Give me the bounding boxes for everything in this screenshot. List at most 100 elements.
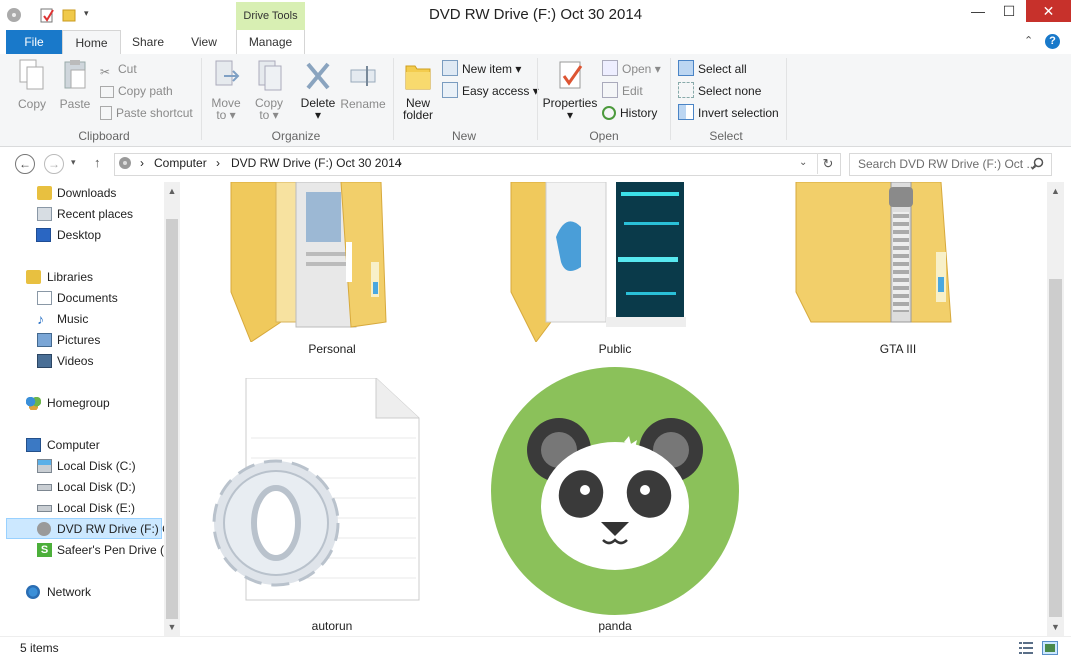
nav-item-network[interactable]: Network xyxy=(0,582,164,603)
history-button[interactable]: History xyxy=(602,104,657,122)
rename-icon xyxy=(350,66,376,86)
nav-label: Homegroup xyxy=(47,396,110,410)
collapse-ribbon-icon[interactable]: ⌃ xyxy=(1024,34,1033,47)
open-icon xyxy=(602,60,618,76)
nav-item-documents[interactable]: Documents xyxy=(0,288,164,309)
navigation-pane: Downloads Recent places Desktop Librarie… xyxy=(0,182,164,636)
edit-button[interactable]: Edit xyxy=(602,82,643,100)
copy-path-button[interactable]: Copy path xyxy=(100,82,173,100)
nav-item-computer[interactable]: Computer xyxy=(0,435,164,456)
maximize-button[interactable]: ☐ xyxy=(995,0,1023,22)
forward-button[interactable]: → xyxy=(44,154,64,174)
nav-scrollbar-thumb[interactable] xyxy=(166,219,178,619)
properties-button[interactable]: Properties ▾ xyxy=(540,58,600,121)
help-icon[interactable]: ? xyxy=(1045,34,1060,49)
copy-path-label: Copy path xyxy=(118,84,173,98)
scroll-up-arrow-icon[interactable]: ▲ xyxy=(1047,184,1064,198)
new-item-icon xyxy=(442,60,458,76)
paste-shortcut-button[interactable]: Paste shortcut xyxy=(100,104,193,122)
nav-item-pictures[interactable]: Pictures xyxy=(0,330,164,351)
large-icons-view-icon[interactable] xyxy=(1042,641,1058,655)
nav-label: Local Disk (E:) xyxy=(57,501,136,515)
easy-access-button[interactable]: Easy access ▾ xyxy=(442,82,539,100)
panda-image xyxy=(491,367,739,615)
nav-label: Recent places xyxy=(57,207,134,221)
copy-button[interactable]: Copy xyxy=(12,58,52,111)
nav-item-pen-drive[interactable]: S Safeer's Pen Drive (I:) xyxy=(0,540,164,561)
tab-share[interactable]: Share xyxy=(124,30,172,54)
tab-manage[interactable]: Manage xyxy=(236,30,305,54)
tab-home[interactable]: Home xyxy=(62,30,121,55)
nav-item-dvd-rw-drive[interactable]: DVD RW Drive (F:) Oct 30 2014 xyxy=(0,519,164,540)
back-button[interactable]: ← xyxy=(15,154,35,174)
item-label: panda xyxy=(598,619,632,633)
tab-file[interactable]: File xyxy=(6,30,62,54)
nav-item-music[interactable]: ♪ Music xyxy=(0,309,164,330)
easy-access-icon xyxy=(442,82,458,98)
history-icon xyxy=(602,106,616,120)
scroll-down-arrow-icon[interactable]: ▼ xyxy=(1047,620,1064,634)
paste-shortcut-icon xyxy=(100,106,112,120)
nav-item-videos[interactable]: Videos xyxy=(0,351,164,372)
breadcrumb-dvd-drive[interactable]: DVD RW Drive (F:) Oct 30 2014 xyxy=(231,156,401,170)
item-public[interactable] xyxy=(506,182,716,362)
new-folder-label-2: folder xyxy=(402,108,434,122)
delete-button[interactable]: Delete ▾ xyxy=(297,58,339,121)
recent-locations-dropdown-icon[interactable]: ▾ xyxy=(71,157,76,168)
new-folder-button[interactable]: New folder xyxy=(398,58,438,121)
scroll-up-arrow-icon[interactable]: ▲ xyxy=(164,184,180,198)
select-group-label: Select xyxy=(709,129,743,143)
nav-item-libraries[interactable]: Libraries xyxy=(0,267,164,288)
nav-item-local-disk-e[interactable]: Local Disk (E:) xyxy=(0,498,164,519)
item-autorun[interactable] xyxy=(201,377,431,618)
invert-selection-icon xyxy=(678,104,694,120)
rename-button[interactable]: Rename xyxy=(340,58,386,111)
nav-item-local-disk-c[interactable]: Local Disk (C:) xyxy=(0,456,164,477)
up-arrow-icon[interactable]: ↑ xyxy=(94,155,101,170)
item-gta-iii[interactable] xyxy=(791,182,1031,362)
nav-item-local-disk-d[interactable]: Local Disk (D:) xyxy=(0,477,164,498)
item-personal[interactable] xyxy=(221,182,431,362)
scroll-down-arrow-icon[interactable]: ▼ xyxy=(164,620,180,634)
nav-item-recent-places[interactable]: Recent places xyxy=(0,204,164,225)
dvd-drive-icon xyxy=(119,157,131,169)
new-group-label: New xyxy=(451,129,476,143)
delete-icon xyxy=(306,62,330,90)
item-label: Personal xyxy=(308,342,356,356)
refresh-button[interactable]: ↻ xyxy=(817,153,838,174)
cut-button[interactable]: ✂ Cut xyxy=(100,60,137,79)
status-bar xyxy=(0,636,1071,665)
content-scrollbar-thumb[interactable] xyxy=(1049,279,1062,617)
minimize-button[interactable]: — xyxy=(964,0,992,22)
nav-label: Downloads xyxy=(57,186,117,200)
invert-selection-button[interactable]: Invert selection xyxy=(678,104,779,122)
copy-to-button[interactable]: Copy to ▾ xyxy=(248,58,290,121)
select-none-button[interactable]: Select none xyxy=(678,82,761,100)
select-all-button[interactable]: Select all xyxy=(678,60,747,78)
address-bar[interactable] xyxy=(114,153,841,176)
move-to-button[interactable]: Move to ▾ xyxy=(205,58,247,121)
nav-item-desktop[interactable]: Desktop xyxy=(0,225,164,246)
new-folder-icon xyxy=(405,65,431,90)
open-button[interactable]: Open ▾ xyxy=(602,60,661,78)
scissors-icon: ✂ xyxy=(100,65,111,79)
new-item-button[interactable]: New item ▾ xyxy=(442,60,521,78)
nav-label: Videos xyxy=(57,354,94,368)
nav-item-homegroup[interactable]: Homegroup xyxy=(0,393,164,414)
item-panda[interactable] xyxy=(489,366,741,616)
details-view-icon[interactable] xyxy=(1019,641,1033,655)
paste-button[interactable]: Paste xyxy=(56,58,94,111)
history-label: History xyxy=(620,106,658,120)
search-icon[interactable] xyxy=(1031,157,1044,170)
nav-item-downloads[interactable]: Downloads xyxy=(0,183,164,204)
breadcrumb-separator-icon: › xyxy=(398,156,402,170)
breadcrumb-computer[interactable]: Computer xyxy=(154,156,207,170)
drive-tools-context-label: Drive Tools xyxy=(236,2,305,30)
close-button[interactable]: ✕ xyxy=(1026,0,1071,22)
zipped-folder-icon xyxy=(795,182,952,323)
recent-places-icon xyxy=(37,207,52,221)
address-dropdown-icon[interactable]: ⌄ xyxy=(799,157,807,168)
open-label: Open ▾ xyxy=(622,62,661,76)
tab-view[interactable]: View xyxy=(180,30,228,54)
select-none-icon xyxy=(678,82,694,98)
